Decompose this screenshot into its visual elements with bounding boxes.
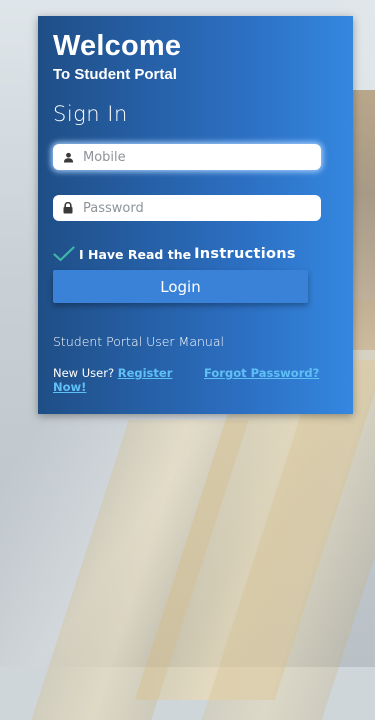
forgot-password-wrap: Forgot Password? bbox=[204, 366, 319, 380]
sign-in-heading: Sign In bbox=[53, 102, 128, 126]
forgot-password-link[interactable]: Forgot Password? bbox=[204, 366, 319, 380]
lock-icon bbox=[53, 202, 83, 214]
instructions-row: I Have Read the Instructions bbox=[53, 246, 296, 262]
instructions-link[interactable]: Instructions bbox=[194, 246, 296, 262]
password-field[interactable] bbox=[53, 195, 321, 221]
new-user-text: New User? Register Now! bbox=[53, 366, 203, 394]
login-card: Welcome To Student Portal Sign In I Have… bbox=[38, 16, 353, 414]
password-input[interactable] bbox=[83, 196, 313, 220]
instructions-label: I Have Read the bbox=[79, 246, 192, 262]
user-manual-link[interactable]: Student Portal User Manual bbox=[53, 334, 224, 349]
mobile-field[interactable] bbox=[53, 144, 321, 170]
welcome-subtitle: To Student Portal bbox=[53, 66, 177, 83]
mobile-input[interactable] bbox=[83, 145, 313, 169]
person-icon bbox=[53, 152, 83, 163]
checkmark-icon[interactable] bbox=[53, 246, 75, 262]
welcome-title: Welcome bbox=[53, 30, 182, 62]
new-user-label: New User? bbox=[53, 366, 115, 380]
login-button[interactable]: Login bbox=[53, 270, 308, 303]
